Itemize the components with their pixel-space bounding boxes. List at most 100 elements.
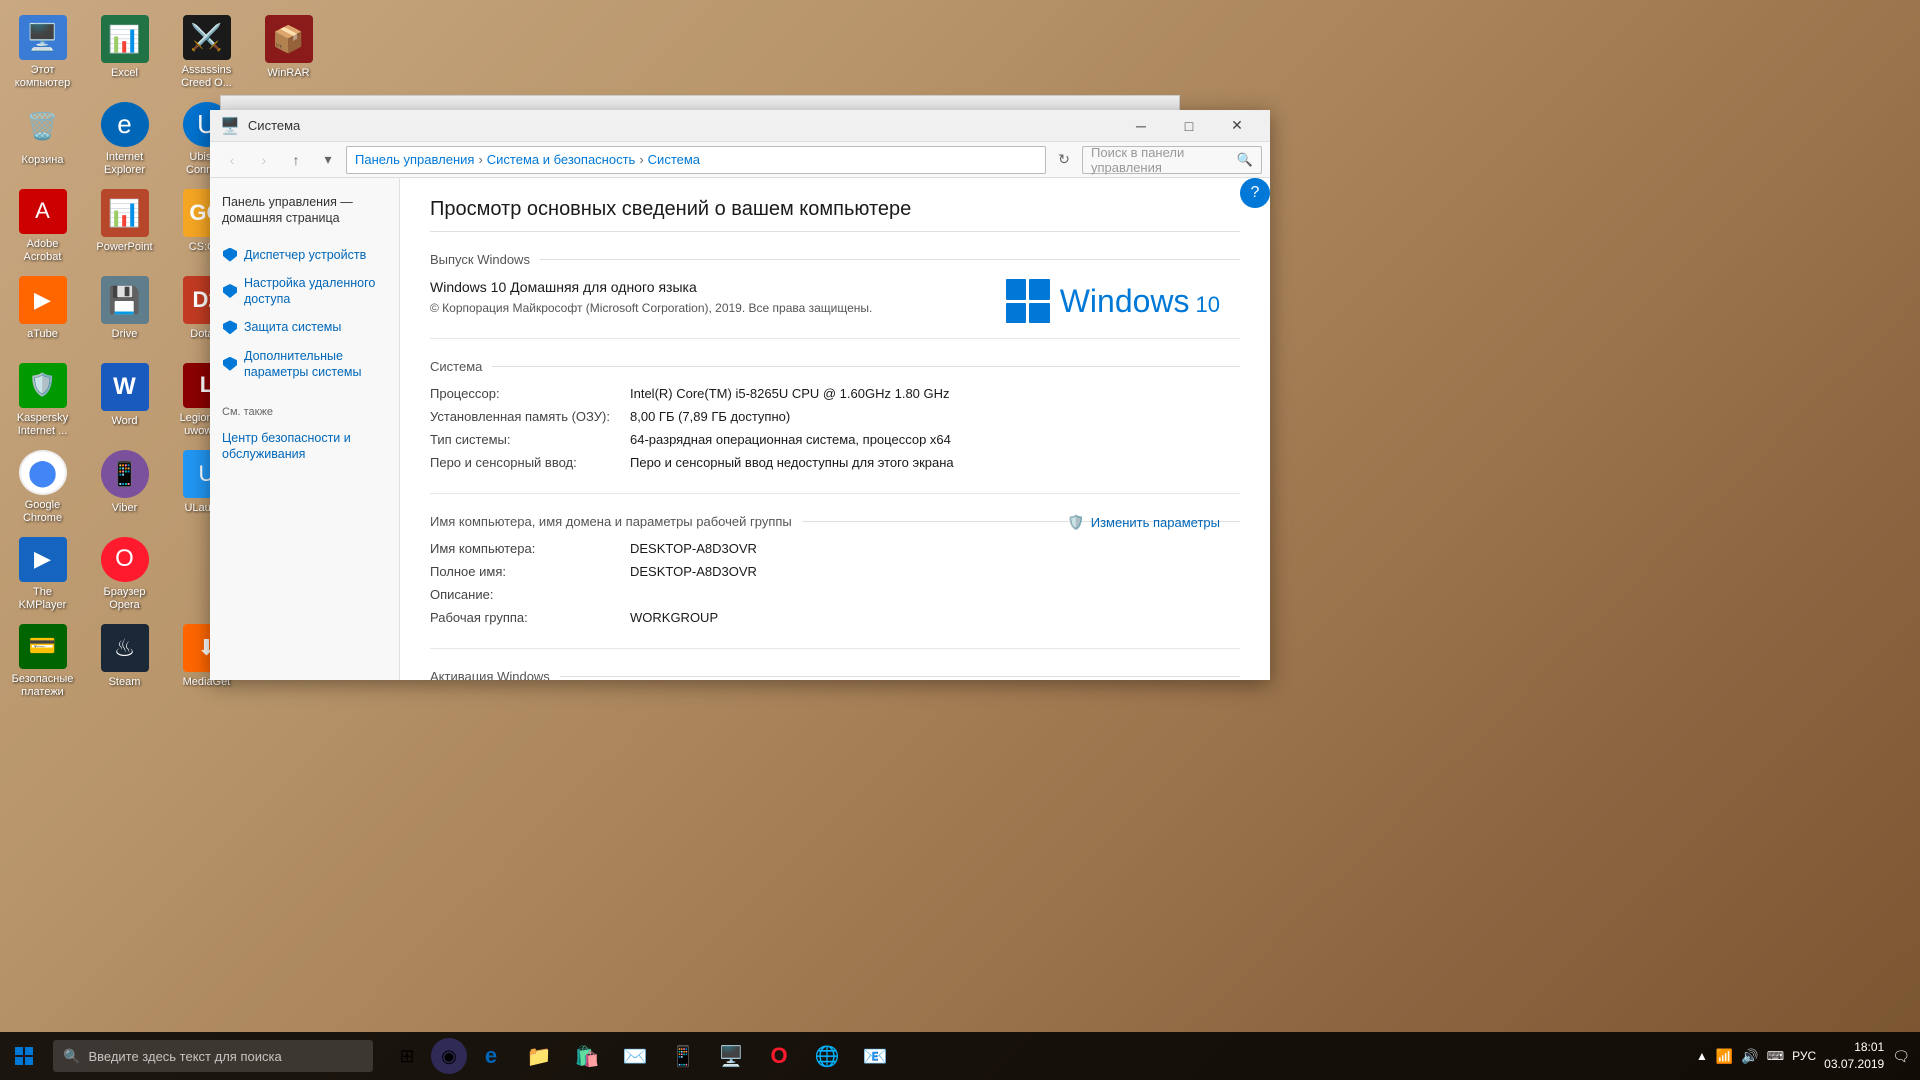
close-button[interactable]: ✕ [1214,110,1260,142]
section-header-activation: Активация Windows [430,669,1240,680]
sidebar-link-protection[interactable]: Защита системы [210,313,399,341]
sidebar-link-advanced[interactable]: Дополнительные параметры системы [210,342,399,387]
system-row-pen: Перо и сенсорный ввод: Перо и сенсорный … [430,455,1240,470]
taskbar-app-cortana[interactable]: ◉ [431,1038,467,1074]
taskbar-app-screen[interactable]: 🖥️ [707,1032,755,1080]
window-titlebar: 🖥️ Система ─ □ ✕ [210,110,1270,142]
window-app-icon: 🖥️ [220,116,240,136]
taskbar-search[interactable]: 🔍 Введите здесь текст для поиска [53,1040,373,1072]
tray-time: 18:01 [1824,1039,1884,1056]
window-title-text: Система [248,118,1118,133]
desktop-icon-adobe[interactable]: A Adobe Acrobat [5,184,80,269]
desktop-icon-bezopasnie[interactable]: 💳 Безопасные платежи [5,619,80,704]
start-button[interactable] [0,1032,48,1080]
sidebar-link-devices[interactable]: Диспетчер устройств [210,241,399,269]
taskbar-app-chrome[interactable]: 🌐 [803,1032,851,1080]
computer-row-fullname: Полное имя: DESKTOP-A8D3OVR [430,564,1240,579]
taskbar-app-edge[interactable]: e [467,1032,515,1080]
nav-back-button[interactable]: ‹ [218,146,246,174]
taskbar-search-icon: 🔍 [63,1048,80,1065]
computer-row-workgroup: Рабочая группа: WORKGROUP [430,610,1240,625]
taskbar: 🔍 Введите здесь текст для поиска ⊞ ◉ e 📁… [0,1032,1920,1080]
page-title: Просмотр основных сведений о вашем компь… [430,198,1240,232]
taskbar-search-text: Введите здесь текст для поиска [88,1049,281,1064]
taskbar-app-store[interactable]: 🛍️ [563,1032,611,1080]
taskbar-app-opera[interactable]: O [755,1032,803,1080]
system-section: Система Процессор: Intel(R) Core(TM) i5-… [430,359,1240,494]
search-text: Поиск в панели управления [1091,145,1237,175]
search-bar[interactable]: Поиск в панели управления 🔍 [1082,146,1262,174]
taskbar-app-outlook[interactable]: 📧 [851,1032,899,1080]
desktop-icon-opera[interactable]: O Браузер Opera [87,532,162,617]
windows-logo: Windows 10 [1006,279,1220,323]
desktop-icon-recycle[interactable]: 🗑️ Корзина [5,97,80,182]
desktop-icon-assassins[interactable]: ⚔️ Assassins Creed O... [169,10,244,95]
windows-release-section: Выпуск Windows Windows 10 Домашняя для о… [430,252,1240,339]
desktop-icon-atube[interactable]: ▶ aTube [5,271,80,356]
system-row-type: Тип системы: 64-разрядная операционная с… [430,432,1240,447]
help-button[interactable]: ? [1240,178,1270,208]
tray-clock[interactable]: 18:01 03.07.2019 [1824,1039,1884,1073]
desktop-icon-viber[interactable]: 📱 Viber [87,445,162,530]
desktop-icon-chrome[interactable]: ⬤ Google Chrome [5,445,80,530]
windows-version: 10 [1196,292,1220,318]
breadcrumb-part2[interactable]: Система и безопасность [487,152,636,167]
desktop-icon-kaspersky[interactable]: 🛡️ Kaspersky Internet ... [5,358,80,443]
breadcrumb-bar: Панель управления › Система и безопаснос… [346,146,1046,174]
window-addressbar: ‹ › ↑ ▾ Панель управления › Система и бе… [210,142,1270,178]
sidebar: Панель управления — домашняя страница Ди… [210,178,400,680]
desktop-icon-ppt[interactable]: 📊 PowerPoint [87,184,162,269]
system-window: 🖥️ Система ─ □ ✕ ‹ › ↑ ▾ Панель управлен… [210,110,1270,680]
window-controls: ─ □ ✕ [1118,110,1260,142]
main-content: Просмотр основных сведений о вашем компь… [400,178,1270,680]
tray-keyboard-icon[interactable]: ⌨ [1767,1049,1784,1063]
sidebar-security-center-link[interactable]: Центр безопасности и обслуживания [222,424,387,469]
recent-locations-button[interactable]: ▾ [314,146,342,174]
desktop-icon-kmplayer[interactable]: ▶ The KMPlayer [5,532,80,617]
taskbar-app-phone[interactable]: 📱 [659,1032,707,1080]
nav-forward-button[interactable]: › [250,146,278,174]
desktop-icon-this-pc[interactable]: 🖥️ Этот компьютер [5,10,80,95]
system-row-cpu: Процессор: Intel(R) Core(TM) i5-8265U CP… [430,386,1240,401]
breadcrumb-part3[interactable]: Система [648,152,700,167]
computer-row-desc: Описание: [430,587,1240,602]
system-row-ram: Установленная память (ОЗУ): 8,00 ГБ (7,8… [430,409,1240,424]
taskbar-app-explorer[interactable]: 📁 [515,1032,563,1080]
nav-up-button[interactable]: ↑ [282,146,310,174]
tray-speaker-icon[interactable]: 🔊 [1741,1048,1758,1065]
windows-copyright: © Корпорация Майкрософт (Microsoft Corpo… [430,301,872,315]
desktop-icon-ie[interactable]: e Internet Explorer [87,97,162,182]
section-header-system: Система [430,359,1240,374]
desktop-icon-excel[interactable]: 📊 Excel [87,10,162,95]
tray-date: 03.07.2019 [1824,1056,1884,1073]
tray-notification[interactable]: 🗨 [1892,1048,1910,1065]
sidebar-link-remote[interactable]: Настройка удаленного доступа [210,269,399,314]
windows-edition: Windows 10 Домашняя для одного языка [430,279,872,295]
taskbar-apps: ⊞ ◉ e 📁 🛍️ ✉️ 📱 🖥️ O 🌐 📧 [383,1032,1686,1080]
desktop-icon-floppy[interactable]: 💾 Drive [87,271,162,356]
sidebar-see-also-title: См. также [222,406,387,418]
tray-lang[interactable]: РУС [1792,1049,1816,1063]
desktop-icon-word[interactable]: W Word [87,358,162,443]
refresh-button[interactable]: ↻ [1050,146,1078,174]
window-body: ? Панель управления — домашняя страница … [210,178,1270,680]
tray-show-hidden[interactable]: ▲ [1696,1049,1708,1063]
change-settings-button[interactable]: 🛡️ Изменить параметры [1067,514,1220,531]
activation-section: Активация Windows Активация Windows выпо… [430,669,1240,680]
desktop-icon-steam[interactable]: ♨ Steam [87,619,162,704]
minimize-button[interactable]: ─ [1118,110,1164,142]
desktop-icon-winrar[interactable]: 📦 WinRAR [251,10,326,95]
breadcrumb-sep2: › [639,152,643,167]
computer-row-name: Имя компьютера: DESKTOP-A8D3OVR [430,541,1240,556]
tray-network-icon[interactable]: 📶 [1716,1048,1733,1065]
sidebar-home-link[interactable]: Панель управления — домашняя страница [210,188,399,233]
search-icon: 🔍 [1237,152,1253,168]
windows-brand: Windows [1060,283,1190,320]
section-header-release: Выпуск Windows [430,252,1240,267]
maximize-button[interactable]: □ [1166,110,1212,142]
taskbar-tray: ▲ 📶 🔊 ⌨ РУС 18:01 03.07.2019 🗨 [1686,1032,1920,1080]
sidebar-see-also: См. также Центр безопасности и обслужива… [210,406,399,469]
taskbar-app-mail[interactable]: ✉️ [611,1032,659,1080]
taskview-button[interactable]: ⊞ [383,1032,431,1080]
breadcrumb-part1[interactable]: Панель управления [355,152,474,167]
